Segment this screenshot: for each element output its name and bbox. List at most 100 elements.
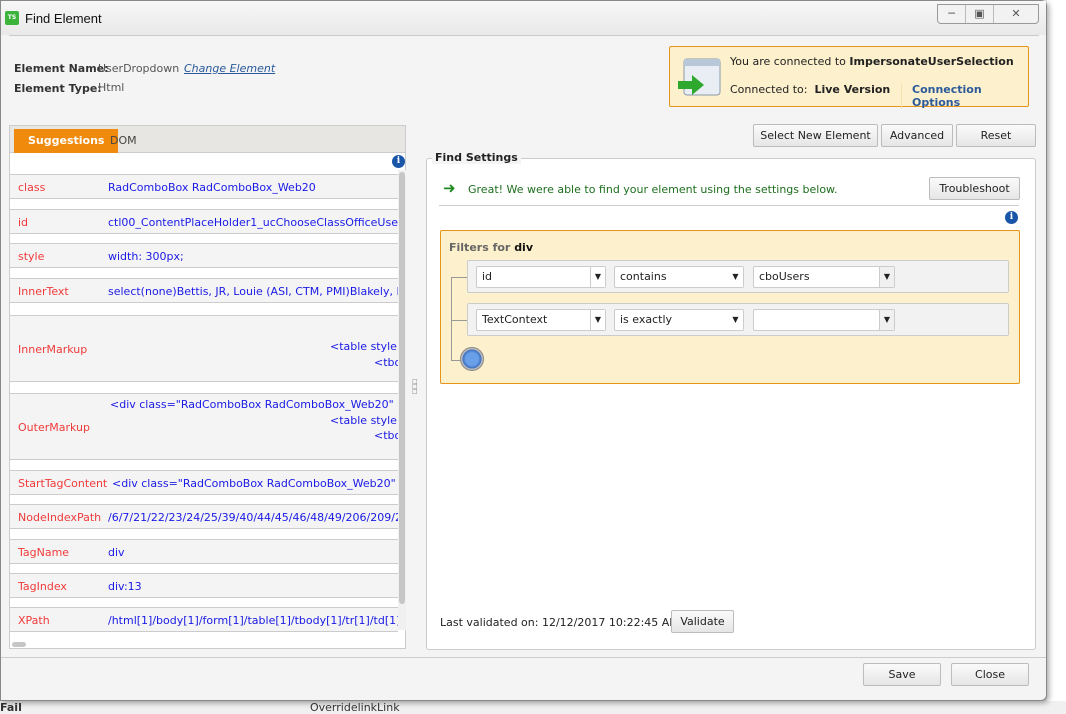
last-validated-value: 12/12/2017 10:22:45 AM bbox=[541, 616, 679, 629]
suggestion-value: width: 300px; bbox=[108, 249, 184, 263]
filter-value-combobox[interactable]: ▼ bbox=[753, 309, 895, 331]
filter-attribute-select[interactable]: id ▼ bbox=[476, 266, 606, 288]
chevron-down-icon: ▼ bbox=[879, 267, 894, 287]
success-arrow-icon: ➜ bbox=[443, 179, 456, 197]
suggestion-row-innermarkup[interactable]: InnerMarkup <table style= <tbo bbox=[10, 315, 398, 382]
success-message: Great! We were able to find your element… bbox=[468, 183, 838, 196]
find-settings-title: Find Settings bbox=[432, 151, 521, 164]
suggestions-panel: Suggestions DOM i class RadComboBox RadCo… bbox=[9, 125, 406, 649]
suggestion-key: TagName bbox=[18, 545, 70, 559]
suggestion-value: select(none)Bettis, JR, Louie (ASI, CTM,… bbox=[108, 284, 398, 298]
chevron-down-icon: ▼ bbox=[590, 310, 605, 330]
add-filter-icon[interactable] bbox=[460, 347, 484, 371]
suggestion-value: <table style= bbox=[330, 340, 398, 353]
reset-button[interactable]: Reset bbox=[956, 124, 1036, 147]
chevron-down-icon: ▼ bbox=[728, 267, 743, 287]
window-title: Find Element bbox=[25, 11, 102, 26]
suggestion-value: div:13 bbox=[108, 579, 142, 593]
filter-attribute-select[interactable]: TextContext ▼ bbox=[476, 309, 606, 331]
close-icon[interactable]: ✕ bbox=[994, 5, 1038, 23]
chevron-down-icon: ▼ bbox=[728, 310, 743, 330]
suggestion-key: OuterMarkup bbox=[18, 420, 90, 434]
minimize-icon[interactable]: ─ bbox=[938, 5, 966, 23]
advanced-button[interactable]: Advanced bbox=[881, 124, 953, 147]
connected-target: ImpersonateUserSelection bbox=[849, 55, 1014, 68]
footer-divider bbox=[1, 657, 1046, 658]
suggestion-value: <div class="RadComboBox RadComboBox_Web2… bbox=[112, 476, 398, 490]
suggestion-value: <div class="RadComboBox RadComboBox_Web2… bbox=[110, 398, 398, 411]
background-fail-text: Fail bbox=[0, 701, 22, 714]
suggestion-key: class bbox=[18, 180, 46, 194]
suggestion-row-tagname[interactable]: TagName div bbox=[10, 539, 398, 564]
filter-row: id ▼ contains ▼ cboUsers ▼ bbox=[467, 260, 1009, 293]
suggestion-value: RadComboBox RadComboBox_Web20 bbox=[108, 180, 316, 194]
close-button[interactable]: Close bbox=[951, 663, 1029, 686]
suggestion-key: XPath bbox=[18, 613, 50, 627]
suggestion-row-nodeindexpath[interactable]: NodeIndexPath/6/7/21/22/23/24/25/39/40/4… bbox=[10, 504, 398, 529]
suggestion-key: id bbox=[18, 215, 29, 229]
filter-value-combobox[interactable]: cboUsers ▼ bbox=[753, 266, 895, 288]
connection-options-link[interactable]: Connection Options bbox=[901, 83, 1028, 109]
info-icon[interactable]: i bbox=[1005, 211, 1018, 224]
suggestion-row-class[interactable]: class RadComboBox RadComboBox_Web20 bbox=[10, 174, 398, 199]
tab-dom[interactable]: DOM bbox=[96, 129, 151, 153]
find-element-dialog: TS Find Element ─ ▣ ✕ Element Name: User… bbox=[0, 0, 1047, 701]
suggestion-row-style[interactable]: style width: 300px; bbox=[10, 243, 398, 268]
filters-prefix: Filters for bbox=[449, 241, 511, 254]
chevron-down-icon: ▼ bbox=[879, 310, 894, 330]
connection-banner: You are connected to ImpersonateUserSele… bbox=[669, 46, 1029, 109]
connected-to-label: Connected to: bbox=[730, 83, 808, 96]
restore-icon[interactable]: ▣ bbox=[966, 5, 994, 23]
suggestion-key: InnerText bbox=[18, 284, 69, 298]
splitter-grip[interactable]: □ □ □ bbox=[412, 379, 418, 395]
vertical-scrollbar-thumb[interactable] bbox=[399, 172, 405, 604]
element-type-value: Html bbox=[98, 81, 125, 94]
filter-operator-select[interactable]: is exactly ▼ bbox=[614, 309, 744, 331]
change-element-link[interactable]: Change Element bbox=[184, 62, 275, 75]
suggestion-value: <tbo bbox=[374, 429, 398, 442]
suggestion-key: NodeIndexPath bbox=[18, 510, 102, 524]
background-link-text: OverridelinkLink bbox=[310, 701, 400, 714]
filter-operator-select[interactable]: contains ▼ bbox=[614, 266, 744, 288]
title-bar: TS Find Element ─ ▣ ✕ bbox=[1, 1, 1046, 35]
troubleshoot-button[interactable]: Troubleshoot bbox=[929, 177, 1020, 200]
element-name-value: UserDropdown bbox=[98, 62, 180, 75]
filters-tag: div bbox=[514, 241, 534, 254]
suggestion-row-innertext[interactable]: InnerText select(none)Bettis, JR, Louie (… bbox=[10, 278, 398, 303]
filter-row: TextContext ▼ is exactly ▼ ▼ bbox=[467, 303, 1009, 336]
select-new-element-button[interactable]: Select New Element bbox=[753, 124, 878, 147]
suggestion-value: <tbo bbox=[374, 356, 398, 369]
filters-box: Filters for div id ▼ contains ▼ cboUsers ▼ … bbox=[440, 230, 1020, 384]
suggestion-value: div bbox=[108, 545, 125, 559]
divider bbox=[439, 205, 1019, 206]
element-type-label: Element Type: bbox=[14, 82, 102, 95]
filters-title: Filters for div bbox=[449, 241, 533, 254]
validate-button[interactable]: Validate bbox=[671, 610, 734, 633]
suggestion-value: /html[1]/body[1]/form[1]/table[1]/tbody[… bbox=[108, 613, 398, 627]
suggestion-key: InnerMarkup bbox=[18, 342, 88, 356]
suggestion-row-xpath[interactable]: XPath/html[1]/body[1]/form[1]/table[1]/t… bbox=[10, 607, 398, 632]
horizontal-scrollbar-thumb[interactable] bbox=[12, 642, 26, 647]
connected-to-value: Live Version bbox=[814, 83, 891, 96]
suggestion-key: StartTagContent bbox=[18, 476, 108, 490]
app-logo: TS bbox=[5, 11, 19, 25]
connected-prefix: You are connected to bbox=[730, 55, 846, 68]
suggestion-value: <table style= bbox=[330, 414, 398, 427]
chevron-down-icon: ▼ bbox=[590, 267, 605, 287]
suggestion-row-id[interactable]: id ctl00_ContentPlaceHolder1_ucChooseClas… bbox=[10, 209, 398, 234]
suggestion-value: /6/7/21/22/23/24/25/39/40/44/45/46/48/49… bbox=[108, 510, 398, 524]
connected-window-icon bbox=[678, 58, 721, 96]
background-app-bottom: Fail OverridelinkLink bbox=[0, 701, 1066, 714]
info-icon[interactable]: i bbox=[392, 155, 405, 168]
suggestion-row-tagindex[interactable]: TagIndex div:13 bbox=[10, 573, 398, 598]
suggestion-key: TagIndex bbox=[18, 579, 67, 593]
suggestion-row-outermarkup[interactable]: OuterMarkup <div class="RadComboBox RadCo… bbox=[10, 393, 398, 460]
save-button[interactable]: Save bbox=[863, 663, 941, 686]
suggestion-row-starttagcontent[interactable]: StartTagContent <div class="RadComboBox R… bbox=[10, 470, 398, 495]
suggestion-key: style bbox=[18, 249, 45, 263]
last-validated-label: Last validated on: bbox=[440, 616, 539, 629]
suggestion-value: ctl00_ContentPlaceHolder1_ucChooseClassO… bbox=[108, 215, 398, 229]
element-name-label: Element Name: bbox=[14, 62, 109, 75]
background-app bbox=[1047, 0, 1066, 714]
tab-bar: Suggestions DOM bbox=[10, 126, 405, 153]
